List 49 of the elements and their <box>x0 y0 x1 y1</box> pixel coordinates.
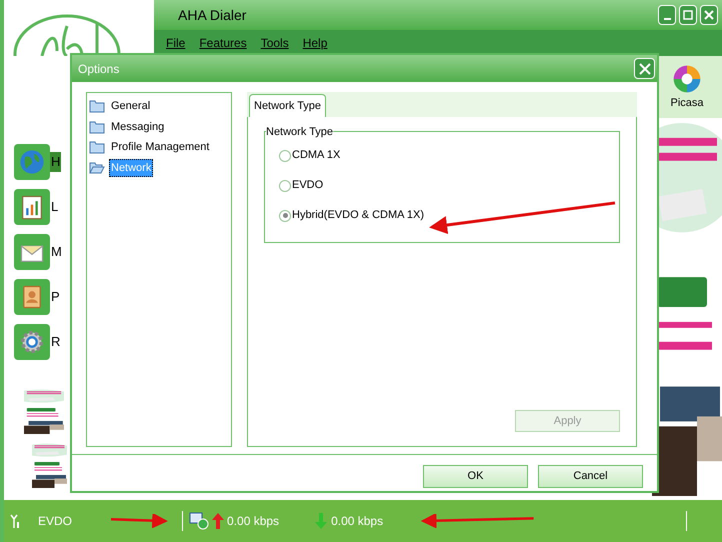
network-mode: EVDO <box>38 513 72 530</box>
close-button[interactable] <box>634 58 655 79</box>
window-title: AHA Dialer <box>178 6 248 24</box>
close-icon <box>638 62 650 74</box>
menu-item[interactable]: Tools <box>260 34 289 52</box>
radio-option[interactable]: EVDO <box>279 176 619 195</box>
dialog-button[interactable]: Cancel <box>538 465 643 488</box>
sidebar-label[interactable]: L <box>50 197 58 217</box>
sidebar-label[interactable]: H <box>50 152 62 172</box>
open-folder-icon <box>89 160 105 175</box>
radio-option[interactable]: Hybrid(EVDO & CDMA 1X) <box>279 206 619 225</box>
dialog-title: Options <box>78 60 120 78</box>
menu-item[interactable]: File <box>166 34 186 52</box>
close-button[interactable] <box>700 5 718 25</box>
maximize-button[interactable] <box>679 5 697 25</box>
chart-icon[interactable] <box>14 189 50 225</box>
gear-icon[interactable] <box>14 324 50 360</box>
computer-icon <box>189 512 210 530</box>
envelope-icon[interactable] <box>14 234 50 270</box>
tree-item[interactable]: Profile Management <box>109 138 212 156</box>
tree-item[interactable]: General <box>109 97 152 116</box>
minimize-button[interactable] <box>658 5 676 25</box>
menu-item[interactable]: Features <box>199 34 247 52</box>
tree-item[interactable]: Messaging <box>109 118 166 136</box>
tab[interactable]: Network Type <box>249 94 326 117</box>
group-legend: Network Type <box>266 124 334 140</box>
pinwheel-icon[interactable] <box>671 62 703 95</box>
sidebar-label[interactable]: P <box>50 287 60 307</box>
close-icon <box>703 9 715 21</box>
dialog-button[interactable]: OK <box>423 465 528 488</box>
radio-button[interactable] <box>279 210 291 222</box>
folder-icon <box>89 140 105 154</box>
shortcut-label[interactable]: Picasa <box>670 94 704 112</box>
upload-arrow-icon <box>212 513 224 529</box>
menu-item[interactable]: Help <box>302 34 328 52</box>
download-speed: 0.00 kbps <box>331 513 384 530</box>
sidebar-label[interactable]: M <box>50 242 62 262</box>
folder-icon <box>89 120 105 134</box>
antenna-icon <box>9 513 21 529</box>
folder-icon <box>89 99 105 114</box>
address-book-icon[interactable] <box>14 279 50 315</box>
download-arrow-icon <box>315 513 328 529</box>
upload-speed: 0.00 kbps <box>227 513 280 530</box>
radio-option[interactable]: CDMA 1X <box>279 146 619 165</box>
maximize-icon <box>682 9 694 21</box>
radio-button[interactable] <box>279 150 291 162</box>
radio-button[interactable] <box>279 180 291 192</box>
sidebar-label[interactable]: R <box>50 332 60 352</box>
minimize-icon <box>664 18 670 20</box>
